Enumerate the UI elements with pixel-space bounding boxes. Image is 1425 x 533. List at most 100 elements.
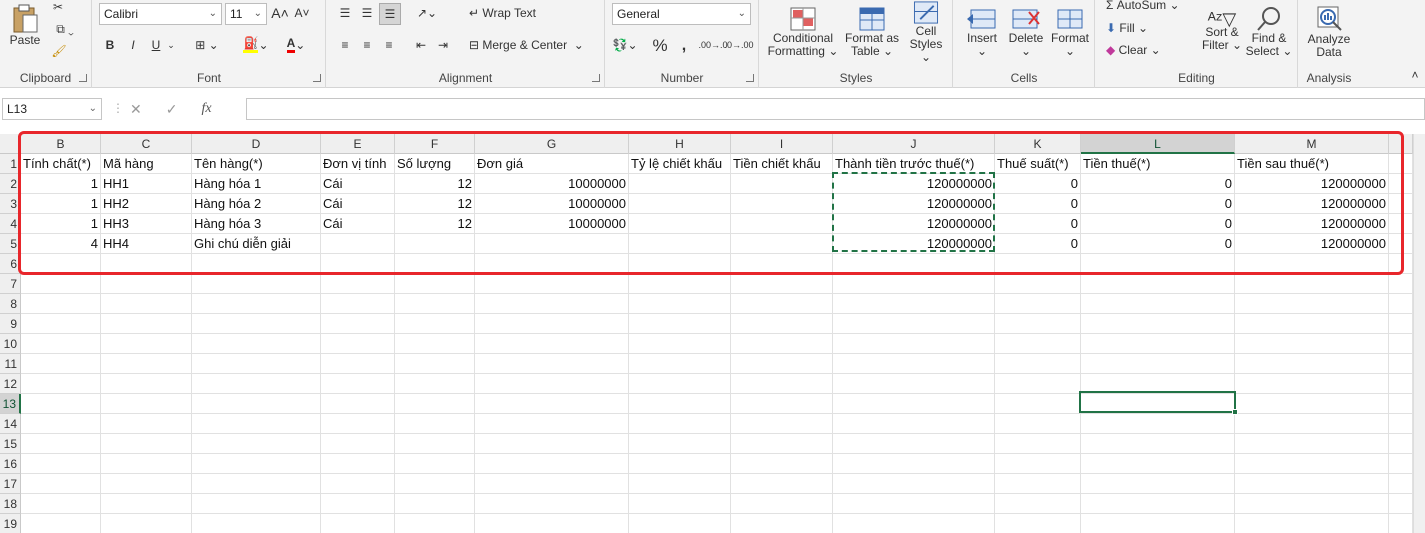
cell-H17[interactable] <box>629 474 731 494</box>
cell-F7[interactable] <box>395 274 475 294</box>
number-format-select[interactable]: General ⌄ <box>612 3 751 25</box>
cell-L6[interactable] <box>1081 254 1235 274</box>
cell-M16[interactable] <box>1235 454 1389 474</box>
cell-C9[interactable] <box>101 314 192 334</box>
cell-C19[interactable] <box>101 514 192 533</box>
cell-B10[interactable] <box>21 334 101 354</box>
decrease-decimal-button[interactable]: .0→.00 <box>724 35 753 55</box>
cell-B19[interactable] <box>21 514 101 533</box>
cell-M2[interactable]: 120000000 <box>1235 174 1389 194</box>
number-launcher-icon[interactable] <box>746 74 754 82</box>
cell-E4[interactable]: Cái <box>321 214 395 234</box>
copy-button[interactable]: ⧉ ⌄ <box>50 20 80 38</box>
row-header-14[interactable]: 14 <box>0 414 21 434</box>
row-header-5[interactable]: 5 <box>0 234 21 254</box>
cell-K17[interactable] <box>995 474 1081 494</box>
row-header-16[interactable]: 16 <box>0 454 21 474</box>
cell-L2[interactable]: 0 <box>1081 174 1235 194</box>
cell-B15[interactable] <box>21 434 101 454</box>
cell-N9[interactable] <box>1389 314 1413 334</box>
cell-F2[interactable]: 12 <box>395 174 475 194</box>
row-header-2[interactable]: 2 <box>0 174 21 194</box>
cell-H8[interactable] <box>629 294 731 314</box>
cell-M1[interactable]: Tiền sau thuế(*) <box>1235 154 1389 174</box>
cell-D2[interactable]: Hàng hóa 1 <box>192 174 321 194</box>
cell-H18[interactable] <box>629 494 731 514</box>
cell-H13[interactable] <box>629 394 731 414</box>
cell-C5[interactable]: HH4 <box>101 234 192 254</box>
cell-N17[interactable] <box>1389 474 1413 494</box>
cell-N18[interactable] <box>1389 494 1413 514</box>
row-header-15[interactable]: 15 <box>0 434 21 454</box>
cell-G8[interactable] <box>475 294 629 314</box>
cell-F18[interactable] <box>395 494 475 514</box>
cell-D16[interactable] <box>192 454 321 474</box>
cell-E14[interactable] <box>321 414 395 434</box>
cell-D7[interactable] <box>192 274 321 294</box>
cell-D8[interactable] <box>192 294 321 314</box>
cell-E2[interactable]: Cái <box>321 174 395 194</box>
cell-G9[interactable] <box>475 314 629 334</box>
increase-indent-button[interactable]: ⇥ <box>433 35 453 55</box>
cell-G13[interactable] <box>475 394 629 414</box>
cell-E7[interactable] <box>321 274 395 294</box>
cell-J6[interactable] <box>833 254 995 274</box>
cell-H6[interactable] <box>629 254 731 274</box>
cell-I5[interactable] <box>731 234 833 254</box>
row-header-10[interactable]: 10 <box>0 334 21 354</box>
cell-L17[interactable] <box>1081 474 1235 494</box>
cell-K5[interactable]: 0 <box>995 234 1081 254</box>
cell-C14[interactable] <box>101 414 192 434</box>
cell-D9[interactable] <box>192 314 321 334</box>
cell-I6[interactable] <box>731 254 833 274</box>
clipboard-launcher-icon[interactable] <box>79 74 87 82</box>
cell-I7[interactable] <box>731 274 833 294</box>
align-middle-button[interactable]: ☰ <box>357 3 377 23</box>
cell-I3[interactable] <box>731 194 833 214</box>
align-center-button[interactable]: ≡ <box>357 35 377 55</box>
cell-G4[interactable]: 10000000 <box>475 214 629 234</box>
cell-F5[interactable] <box>395 234 475 254</box>
decrease-indent-button[interactable]: ⇤ <box>411 35 431 55</box>
cell-H12[interactable] <box>629 374 731 394</box>
cell-M7[interactable] <box>1235 274 1389 294</box>
column-header-partial[interactable] <box>1389 134 1413 154</box>
row-header-3[interactable]: 3 <box>0 194 21 214</box>
cell-E13[interactable] <box>321 394 395 414</box>
cell-L1[interactable]: Tiền thuế(*) <box>1081 154 1235 174</box>
cell-G16[interactable] <box>475 454 629 474</box>
insert-function-button[interactable]: fx <box>201 101 211 117</box>
cell-E9[interactable] <box>321 314 395 334</box>
cell-D17[interactable] <box>192 474 321 494</box>
cell-B8[interactable] <box>21 294 101 314</box>
row-header-19[interactable]: 19 <box>0 514 21 533</box>
font-size-select[interactable]: 11 ⌄ <box>225 3 267 25</box>
conditional-formatting-button[interactable]: Conditional Formatting ⌄ <box>766 0 840 64</box>
row-header-4[interactable]: 4 <box>0 214 21 234</box>
cell-H10[interactable] <box>629 334 731 354</box>
cell-D4[interactable]: Hàng hóa 3 <box>192 214 321 234</box>
alignment-launcher-icon[interactable] <box>592 74 600 82</box>
enter-icon[interactable]: ✓ <box>166 101 178 118</box>
cell-L14[interactable] <box>1081 414 1235 434</box>
cell-N1[interactable] <box>1389 154 1413 174</box>
cell-C15[interactable] <box>101 434 192 454</box>
formula-input[interactable] <box>246 98 1425 120</box>
cell-J12[interactable] <box>833 374 995 394</box>
cell-B17[interactable] <box>21 474 101 494</box>
cell-K19[interactable] <box>995 514 1081 533</box>
row-header-1[interactable]: 1 <box>0 154 21 174</box>
cell-M10[interactable] <box>1235 334 1389 354</box>
cell-J8[interactable] <box>833 294 995 314</box>
cell-F17[interactable] <box>395 474 475 494</box>
cell-K16[interactable] <box>995 454 1081 474</box>
cell-D3[interactable]: Hàng hóa 2 <box>192 194 321 214</box>
accounting-format-button[interactable]: 💱⌄ <box>612 35 638 55</box>
cell-L7[interactable] <box>1081 274 1235 294</box>
column-header-F[interactable]: F <box>395 134 475 154</box>
cell-I2[interactable] <box>731 174 833 194</box>
cell-J15[interactable] <box>833 434 995 454</box>
cell-M5[interactable]: 120000000 <box>1235 234 1389 254</box>
column-header-M[interactable]: M <box>1235 134 1389 154</box>
cell-J10[interactable] <box>833 334 995 354</box>
